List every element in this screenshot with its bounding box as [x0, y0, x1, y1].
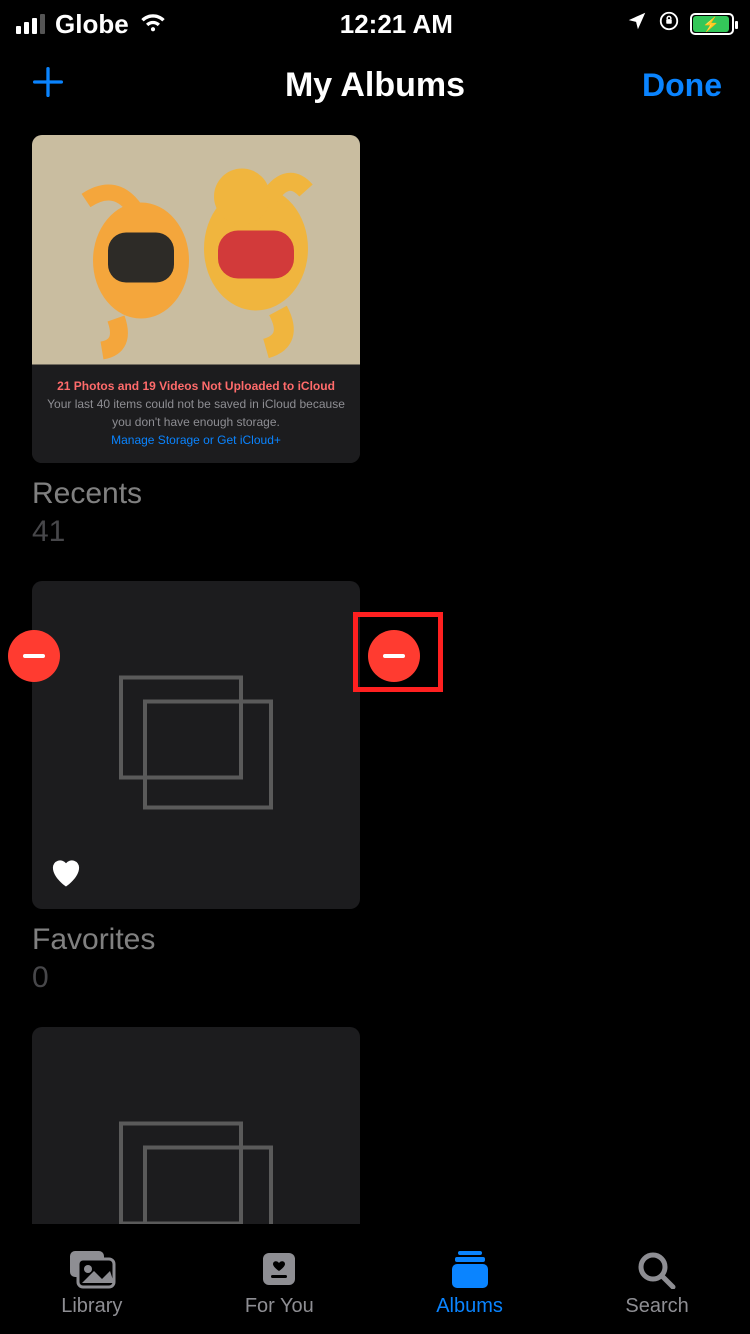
tab-library[interactable]: Library: [61, 1249, 122, 1318]
done-button[interactable]: Done: [642, 67, 722, 104]
charging-bolt-icon: ⚡: [702, 16, 719, 33]
status-bar: Globe 12:21 AM ⚡: [0, 0, 750, 48]
page-title: My Albums: [285, 66, 465, 105]
manage-storage-link[interactable]: Manage Storage or Get iCloud+: [44, 431, 348, 449]
wifi-icon: [139, 9, 167, 40]
tab-bar: Library For You Albums Search: [0, 1224, 750, 1334]
tab-label: Albums: [436, 1295, 503, 1318]
delete-album-button[interactable]: [8, 630, 60, 682]
album-title: Recents: [32, 477, 360, 511]
tab-label: Search: [625, 1295, 688, 1318]
empty-album-icon: [111, 668, 281, 823]
orientation-lock-icon: [658, 10, 680, 38]
album-grid: 21 Photos and 19 Videos Not Uploaded to …: [0, 135, 750, 1334]
add-album-button[interactable]: [28, 62, 68, 109]
annotation-highlight-box: [353, 612, 443, 692]
minus-icon: [23, 654, 45, 658]
album-count: 41: [32, 515, 360, 549]
tab-search[interactable]: Search: [625, 1249, 688, 1318]
album-count: 0: [32, 961, 360, 995]
clock-label: 12:21 AM: [340, 9, 453, 40]
signal-bars-icon: [16, 14, 45, 34]
location-icon: [626, 10, 648, 38]
carrier-label: Globe: [55, 9, 129, 40]
heart-icon: [48, 856, 84, 893]
album-title: Favorites: [32, 923, 360, 957]
nav-bar: My Albums Done: [0, 48, 750, 135]
tab-albums[interactable]: Albums: [436, 1249, 503, 1318]
icloud-storage-warning: 21 Photos and 19 Videos Not Uploaded to …: [32, 377, 360, 449]
tab-label: For You: [245, 1295, 314, 1318]
album-favorites[interactable]: Favorites 0: [32, 581, 360, 995]
tab-label: Library: [61, 1295, 122, 1318]
tab-for-you[interactable]: For You: [245, 1249, 314, 1318]
photo-thumbnail-icon: [46, 141, 346, 366]
album-recents[interactable]: 21 Photos and 19 Videos Not Uploaded to …: [32, 135, 360, 549]
battery-icon: ⚡: [690, 13, 734, 35]
